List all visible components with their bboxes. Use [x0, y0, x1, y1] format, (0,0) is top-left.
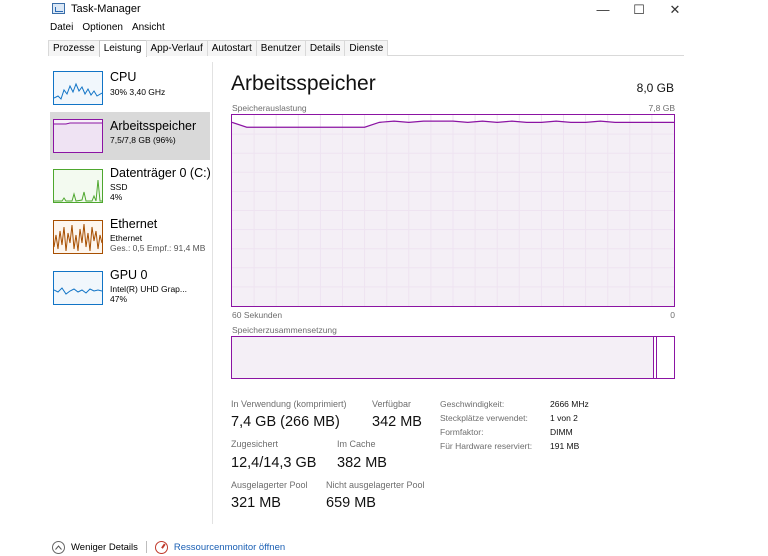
maximize-button[interactable]: ☐ — [621, 0, 657, 20]
form-factor-value: DIMM — [550, 427, 573, 437]
footer-bar: Weniger Details Ressourcenmonitor öffnen — [52, 540, 285, 554]
cached-value: 382 MB — [337, 455, 387, 471]
memory-usage-graph — [231, 114, 675, 307]
tab-benutzer[interactable]: Benutzer — [255, 40, 306, 56]
tab-details[interactable]: Details — [304, 40, 346, 56]
sidebar-memory-title: Arbeitsspeicher — [110, 119, 197, 133]
paged-pool-value: 321 MB — [231, 495, 281, 511]
graph-time-left: 60 Sekunden — [232, 310, 283, 320]
hardware-reserved-label: Für Hardware reserviert: — [440, 441, 533, 451]
menu-ansicht[interactable]: Ansicht — [132, 22, 165, 36]
available-value: 342 MB — [372, 414, 422, 430]
chevron-up-icon[interactable] — [52, 540, 65, 554]
hardware-reserved-value: 191 MB — [550, 441, 580, 451]
in-use-label: In Verwendung (komprimiert) — [231, 399, 347, 409]
nonpaged-pool-value: 659 MB — [326, 495, 376, 511]
committed-label: Zugesichert — [231, 439, 279, 449]
composition-label: Speicherzusammensetzung — [232, 325, 337, 335]
sidebar-memory-usage: 7,5/7,8 GB (96%) — [110, 135, 176, 145]
slots-label: Steckplätze verwendet: — [440, 413, 528, 423]
composition-in-use — [232, 337, 654, 378]
sidebar-ethernet-throughput: Ges.: 0,5 Empf.: 91,4 MB — [110, 243, 206, 253]
sidebar-ethernet-adapter: Ethernet — [110, 233, 143, 243]
tab-bar: Prozesse Leistung App-Verlauf Autostart … — [48, 40, 389, 57]
cached-label: Im Cache — [337, 439, 376, 449]
close-button[interactable]: ✕ — [657, 0, 693, 20]
menu-bar: Datei Optionen Ansicht — [50, 22, 165, 36]
resource-monitor-link[interactable]: Ressourcenmonitor öffnen — [174, 542, 285, 553]
sidebar-item-cpu[interactable]: CPU 30% 3,40 GHz — [50, 66, 210, 114]
cpu-thumbnail-graph — [53, 71, 103, 105]
sidebar-gpu-usage: 47% — [110, 294, 128, 304]
menu-optionen[interactable]: Optionen — [82, 22, 123, 36]
tab-autostart[interactable]: Autostart — [206, 40, 257, 56]
sidebar-disk-type: SSD — [110, 182, 128, 192]
sidebar-gpu-title: GPU 0 — [110, 268, 148, 282]
fewer-details-button[interactable]: Weniger Details — [71, 542, 138, 553]
committed-value: 12,4/14,3 GB — [231, 455, 317, 471]
composition-modified — [654, 337, 657, 378]
nonpaged-pool-label: Nicht ausgelagerter Pool — [326, 480, 425, 490]
form-factor-label: Formfaktor: — [440, 427, 484, 437]
sidebar-cpu-usage: 30% 3,40 GHz — [110, 87, 166, 97]
available-label: Verfügbar — [372, 399, 412, 409]
sidebar-cpu-title: CPU — [110, 70, 137, 84]
title-bar: Task-Manager — ☐ ✕ — [0, 0, 768, 20]
footer-separator — [145, 541, 147, 553]
tab-app-verlauf[interactable]: App-Verlauf — [145, 40, 208, 56]
memory-usage-chart — [232, 115, 674, 306]
ethernet-thumbnail-graph — [53, 220, 103, 254]
sidebar-disk-title: Datenträger 0 (C:) — [110, 166, 211, 180]
memory-composition-bar — [231, 336, 675, 379]
menu-datei[interactable]: Datei — [50, 22, 73, 36]
slots-value: 1 von 2 — [550, 413, 578, 423]
tab-prozesse[interactable]: Prozesse — [48, 40, 100, 56]
sidebar-disk-usage: 4% — [110, 192, 123, 202]
resource-monitor-icon — [154, 540, 168, 554]
graph-time-right: 0 — [670, 310, 675, 320]
memory-total: 8,0 GB — [636, 81, 674, 95]
speed-label: Geschwindigkeit: — [440, 399, 505, 409]
gpu-thumbnail-graph — [53, 271, 103, 305]
window-title: Task-Manager — [71, 3, 141, 15]
sidebar-divider — [212, 62, 213, 524]
page-title: Arbeitsspeicher — [231, 72, 376, 95]
minimize-button[interactable]: — — [585, 0, 621, 20]
paged-pool-label: Ausgelagerter Pool — [231, 480, 308, 490]
disk-thumbnail-graph — [53, 169, 103, 203]
sidebar-item-ethernet[interactable]: Ethernet Ethernet Ges.: 0,5 Empf.: 91,4 … — [50, 215, 210, 263]
sidebar-ethernet-title: Ethernet — [110, 217, 158, 231]
speed-value: 2666 MHz — [550, 399, 589, 409]
in-use-value: 7,4 GB (266 MB) — [231, 414, 340, 430]
usage-graph-max: 7,8 GB — [648, 103, 675, 113]
usage-graph-label: Speicherauslastung — [232, 103, 307, 113]
tab-leistung[interactable]: Leistung — [98, 40, 147, 57]
sidebar-item-memory[interactable]: Arbeitsspeicher 7,5/7,8 GB (96%) — [50, 112, 210, 160]
sidebar-gpu-model: Intel(R) UHD Grap... — [110, 284, 187, 294]
sidebar-item-disk[interactable]: Datenträger 0 (C:) SSD 4% — [50, 164, 211, 212]
tab-dienste[interactable]: Dienste — [344, 40, 389, 56]
sidebar-item-gpu[interactable]: GPU 0 Intel(R) UHD Grap... 47% — [50, 266, 210, 314]
task-manager-icon — [52, 3, 65, 14]
memory-thumbnail-graph — [53, 119, 103, 153]
